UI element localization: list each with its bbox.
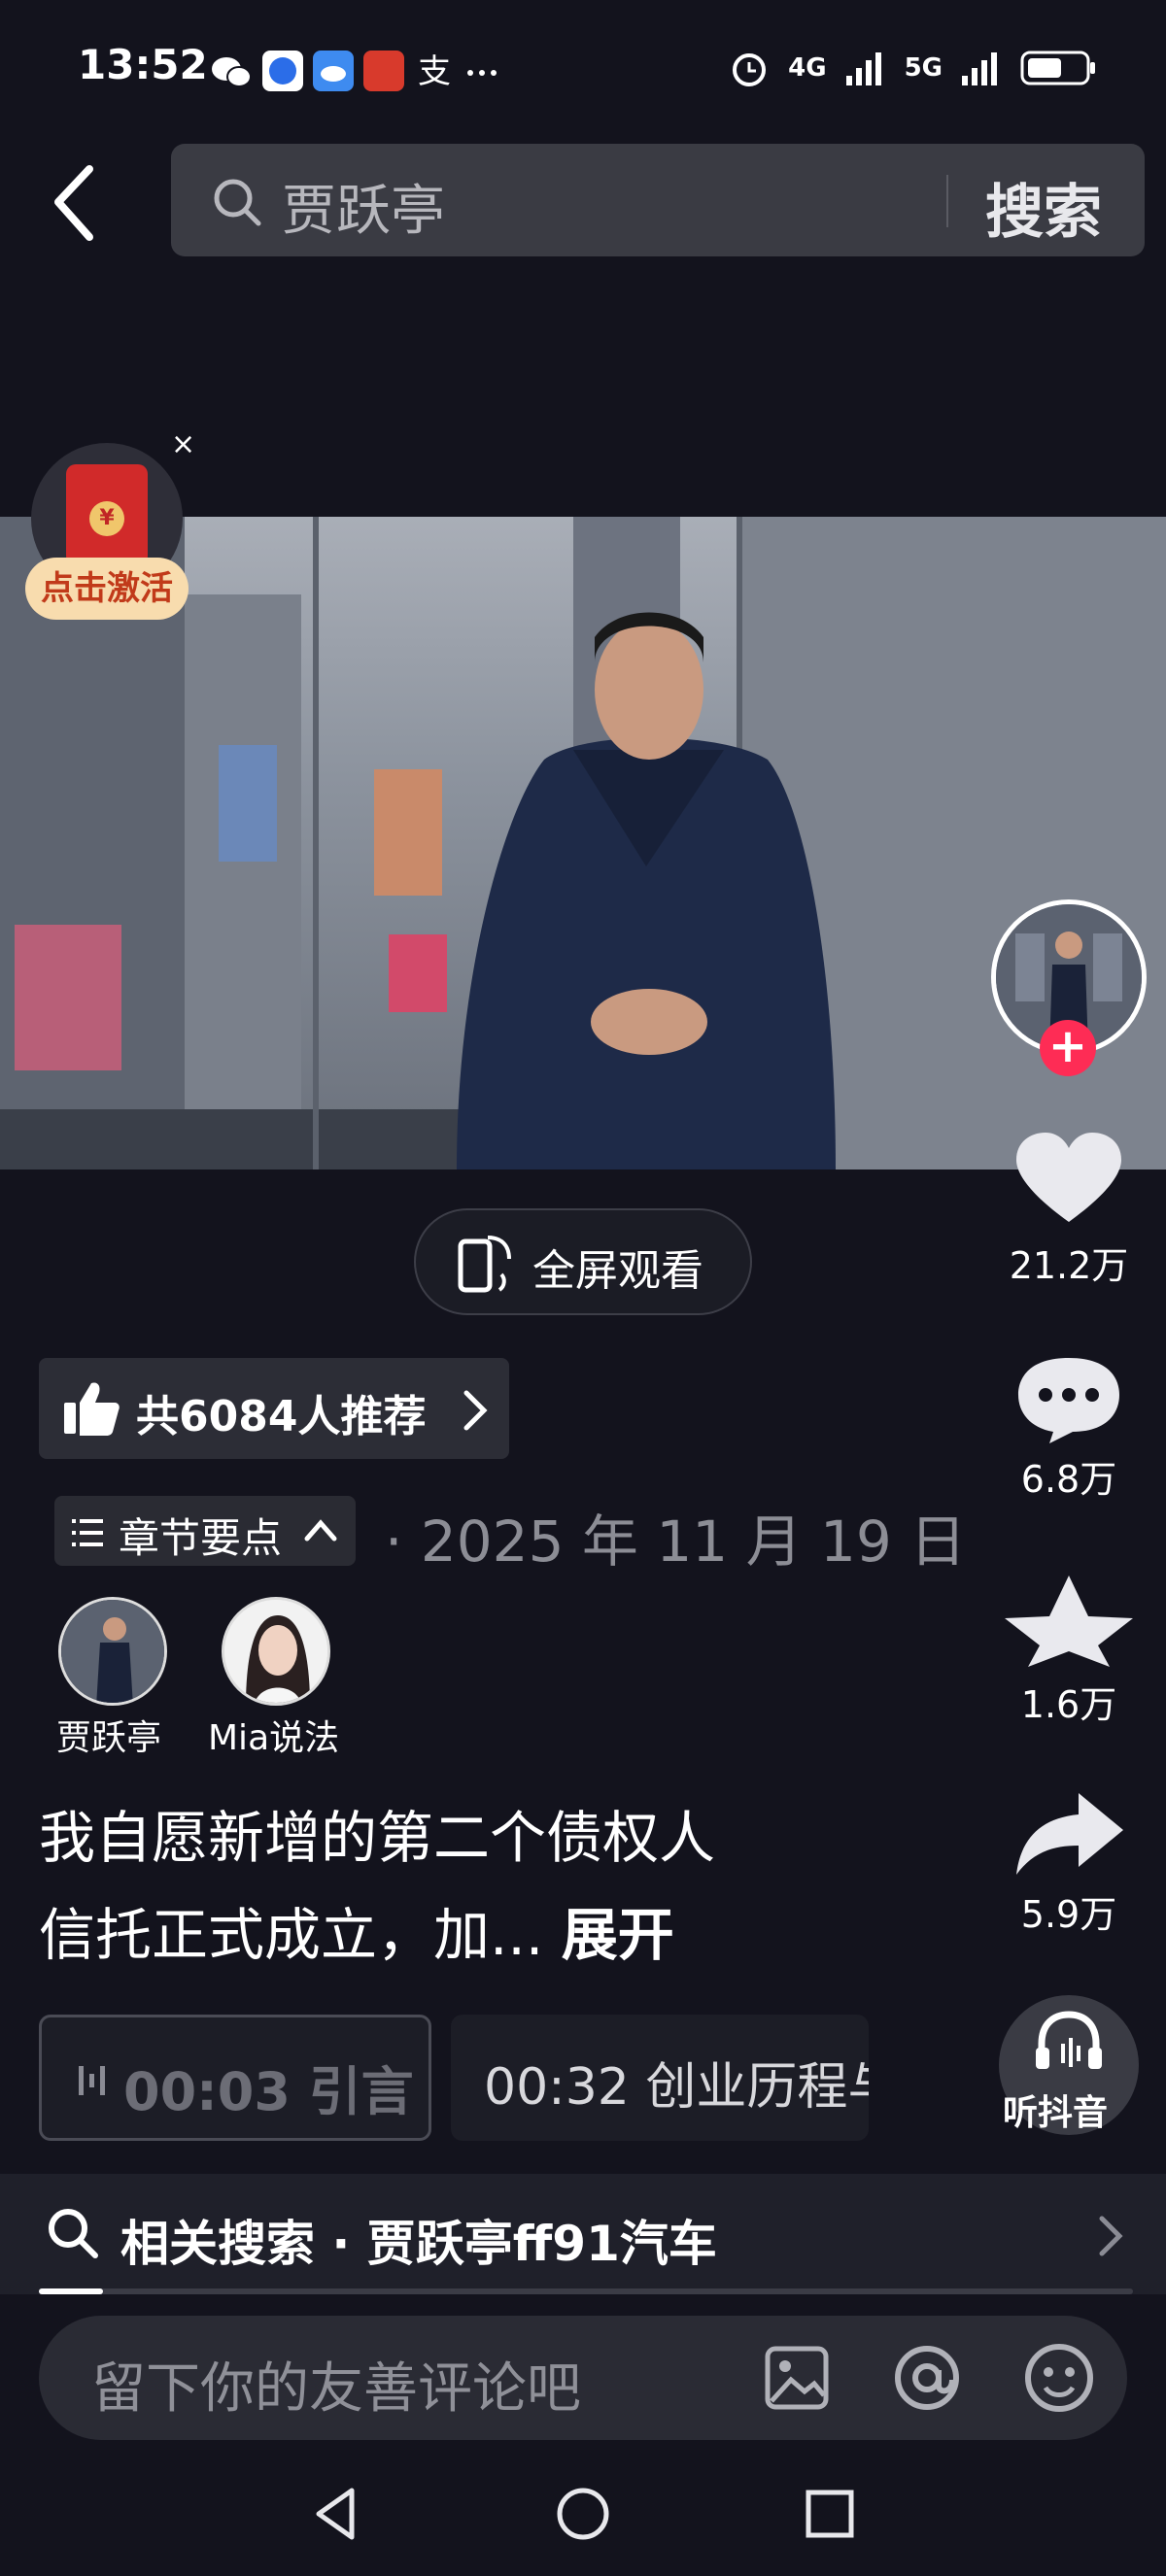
- signal-4g-icon: [845, 52, 881, 85]
- shopping-app-icon: [363, 51, 404, 91]
- video-player[interactable]: [0, 517, 1166, 1169]
- nav-home-icon[interactable]: [554, 2485, 612, 2543]
- description-line-2: 信托正式成立，加...: [39, 1902, 544, 1968]
- author-name-1[interactable]: 贾跃亭: [56, 1710, 161, 1760]
- comment-input[interactable]: 留下你的友善评论吧: [91, 2345, 581, 2423]
- chapter-summary-toggle[interactable]: 章节要点: [54, 1496, 356, 1566]
- chapter-chip-2-label: 00:32 创业历程与: [484, 2058, 869, 2117]
- video-description[interactable]: 我自愿新增的第二个债权人 信托正式成立，加... 展开: [39, 1789, 894, 1983]
- favorite-button[interactable]: 1.6万: [991, 1572, 1147, 1728]
- chapter-chip-2[interactable]: 00:32 创业历程与: [451, 2015, 869, 2141]
- list-icon: [72, 1519, 103, 1546]
- yuan-seal-icon: ¥: [89, 501, 124, 536]
- share-button[interactable]: 5.9万: [991, 1789, 1147, 1938]
- cloud-app-icon: [313, 51, 354, 91]
- red-packet-close-button[interactable]: ×: [171, 427, 195, 461]
- follow-plus-button[interactable]: +: [1040, 1020, 1096, 1076]
- video-progress-fill: [39, 2288, 103, 2294]
- status-time: 13:52: [78, 41, 208, 88]
- share-arrow-icon: [1016, 1793, 1123, 1875]
- alarm-icon: [733, 53, 767, 86]
- related-search-bar[interactable]: 相关搜索 · 贾跃亭ff91汽车: [0, 2174, 1166, 2294]
- listen-label: 听抖音: [1003, 2093, 1109, 2133]
- related-search-label: 相关搜索 · 贾跃亭ff91汽车: [120, 2216, 717, 2272]
- publish-date: · 2025 年 11 月 19 日: [385, 1508, 967, 1575]
- more-notifications-icon: [467, 70, 497, 76]
- signal-5g-icon: [962, 52, 997, 85]
- expand-description-button[interactable]: 展开: [562, 1902, 674, 1968]
- chevron-right-icon: [1099, 2216, 1123, 2256]
- alipay-icon: 支: [418, 52, 451, 90]
- nav-back-icon[interactable]: [307, 2485, 365, 2543]
- chevron-right-icon: [463, 1390, 488, 1431]
- fullscreen-label: 全屏观看: [532, 1246, 703, 1296]
- share-count: 5.9万: [1020, 1893, 1117, 1936]
- comment-input-bar[interactable]: 留下你的友善评论吧: [39, 2316, 1127, 2440]
- thumbs-up-icon: [64, 1382, 120, 1436]
- chapter-chip-1[interactable]: 00:03 引言: [39, 2015, 431, 2141]
- wechat-icon: [212, 57, 252, 87]
- author-avatar-1[interactable]: [58, 1597, 167, 1706]
- search-bar[interactable]: 贾跃亭 搜索: [171, 144, 1145, 256]
- comment-count: 6.8万: [1020, 1458, 1117, 1501]
- chevron-up-icon: [304, 1519, 337, 1542]
- red-packet-activate-button[interactable]: 点击激活: [25, 558, 189, 620]
- search-input[interactable]: 贾跃亭: [282, 167, 445, 246]
- back-button[interactable]: [39, 155, 117, 253]
- comment-button[interactable]: 6.8万: [991, 1354, 1147, 1503]
- nav-recents-icon[interactable]: [801, 2485, 859, 2543]
- emoji-icon[interactable]: [1022, 2341, 1096, 2415]
- author-avatar-2[interactable]: [222, 1597, 330, 1706]
- battery-icon: [1020, 51, 1095, 85]
- favorite-count: 1.6万: [1020, 1683, 1117, 1726]
- chevron-left-icon: [54, 165, 93, 241]
- like-button[interactable]: 21.2万: [991, 1133, 1147, 1289]
- status-system-icons: 4G 5G: [728, 47, 1098, 89]
- mention-at-icon[interactable]: [890, 2341, 964, 2415]
- person-silhouette: [457, 612, 836, 1169]
- network-4g-label: 4G: [788, 53, 827, 83]
- author-name-2[interactable]: Mia说法: [208, 1710, 339, 1760]
- audio-bars-icon: [79, 2066, 105, 2095]
- fullscreen-button[interactable]: 全屏观看: [414, 1208, 752, 1315]
- red-envelope-icon: ¥: [66, 464, 148, 565]
- fullscreen-rotate-icon: [458, 1236, 511, 1293]
- network-5g-label: 5G: [904, 53, 943, 83]
- search-divider: [946, 175, 948, 227]
- recommend-button[interactable]: 共6084人推荐: [39, 1358, 509, 1459]
- like-count: 21.2万: [1009, 1244, 1129, 1287]
- search-icon: [49, 2209, 98, 2258]
- chapter-chip-1-label: 00:03 引言: [123, 2061, 414, 2122]
- chapter-summary-label: 章节要点: [119, 1514, 283, 1562]
- search-button[interactable]: 搜索: [985, 165, 1102, 250]
- search-icon: [212, 177, 262, 227]
- video-progress-bar[interactable]: [39, 2288, 1133, 2294]
- status-notification-icons: 支: [210, 51, 501, 91]
- browser-app-icon: [262, 51, 303, 91]
- image-icon[interactable]: [764, 2345, 832, 2413]
- system-navigation-bar: [0, 2457, 1166, 2576]
- star-icon: [1005, 1576, 1133, 1667]
- heart-icon: [1016, 1133, 1121, 1222]
- recommend-count-label: 共6084人推荐: [136, 1392, 427, 1441]
- description-line-1: 我自愿新增的第二个债权人: [39, 1805, 716, 1871]
- comment-bubble-icon: [1018, 1358, 1119, 1443]
- svg-text:支: 支: [418, 52, 451, 90]
- headphones-icon: [1036, 2011, 1102, 2069]
